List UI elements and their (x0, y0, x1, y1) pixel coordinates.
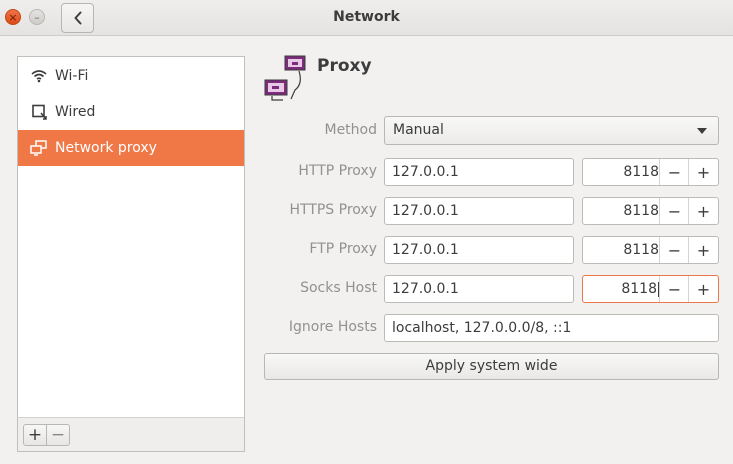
https-port-decrement-button[interactable]: − (659, 198, 689, 224)
sidebar-footer: + − (18, 417, 244, 451)
socks-port-decrement-button[interactable]: − (659, 276, 689, 302)
https-proxy-port-spinner: 8118 − + (582, 197, 719, 225)
plus-icon: + (696, 201, 711, 221)
window-title: Network (333, 9, 400, 25)
sidebar-item-label: Wired (55, 104, 96, 120)
https-port-increment-button[interactable]: + (688, 198, 718, 224)
apply-system-wide-button[interactable]: Apply system wide (264, 353, 719, 380)
minus-icon: − (667, 240, 682, 260)
socks-port-value: 8118 (621, 281, 657, 297)
minus-icon: − (667, 162, 682, 182)
http-port-increment-button[interactable]: + (688, 159, 718, 185)
wired-network-icon (30, 103, 48, 121)
socks-host-label: Socks Host (300, 280, 377, 296)
minus-icon: − (667, 201, 682, 221)
ignore-hosts-field[interactable]: localhost, 127.0.0.0/8, ::1 (384, 314, 719, 342)
https-proxy-host-field[interactable]: 127.0.0.1 (384, 197, 574, 225)
plus-icon: + (696, 240, 711, 260)
method-dropdown[interactable]: Manual (384, 116, 719, 145)
connection-sidebar: Wi-Fi Wired Network proxy + − (17, 56, 245, 452)
socks-port-spinner: 8118 − + (582, 275, 719, 303)
method-value: Manual (393, 122, 444, 138)
minus-icon: − (667, 279, 682, 299)
http-proxy-host-field[interactable]: 127.0.0.1 (384, 158, 574, 186)
http-proxy-port-spinner: 8118 − + (582, 158, 719, 186)
ftp-proxy-label: FTP Proxy (309, 241, 377, 257)
add-connection-button[interactable]: + (23, 424, 47, 446)
ftp-port-decrement-button[interactable]: − (659, 237, 689, 263)
proxy-icon (264, 55, 306, 101)
https-proxy-port-field[interactable]: 8118 (583, 198, 659, 224)
sidebar-item-network-proxy[interactable]: Network proxy (18, 130, 244, 166)
network-proxy-icon (30, 139, 48, 157)
http-port-decrement-button[interactable]: − (659, 159, 689, 185)
method-label: Method (324, 122, 377, 138)
ftp-proxy-port-spinner: 8118 − + (582, 236, 719, 264)
plus-icon: + (696, 162, 711, 182)
plus-icon: + (27, 425, 43, 445)
sidebar-item-label: Network proxy (55, 140, 157, 156)
http-proxy-port-field[interactable]: 8118 (583, 159, 659, 185)
socks-port-increment-button[interactable]: + (688, 276, 718, 302)
minus-icon: − (50, 425, 66, 445)
sidebar-item-wifi[interactable]: Wi-Fi (18, 58, 244, 94)
plus-icon: + (696, 279, 711, 299)
proxy-heading: Proxy (317, 56, 372, 76)
title-bar: × – Network (0, 0, 733, 36)
socks-host-field[interactable]: 127.0.0.1 (384, 275, 574, 303)
sidebar-item-wired[interactable]: Wired (18, 94, 244, 130)
https-proxy-label: HTTPS Proxy (289, 202, 377, 218)
wifi-icon (30, 67, 48, 85)
http-proxy-label: HTTP Proxy (298, 163, 377, 179)
remove-connection-button[interactable]: − (46, 424, 70, 446)
chevron-down-icon (697, 128, 707, 134)
ftp-port-increment-button[interactable]: + (688, 237, 718, 263)
sidebar-item-label: Wi-Fi (55, 68, 89, 84)
ftp-proxy-port-field[interactable]: 8118 (583, 237, 659, 263)
socks-port-field[interactable]: 8118 (583, 276, 659, 302)
ignore-hosts-label: Ignore Hosts (288, 319, 377, 335)
ftp-proxy-host-field[interactable]: 127.0.0.1 (384, 236, 574, 264)
